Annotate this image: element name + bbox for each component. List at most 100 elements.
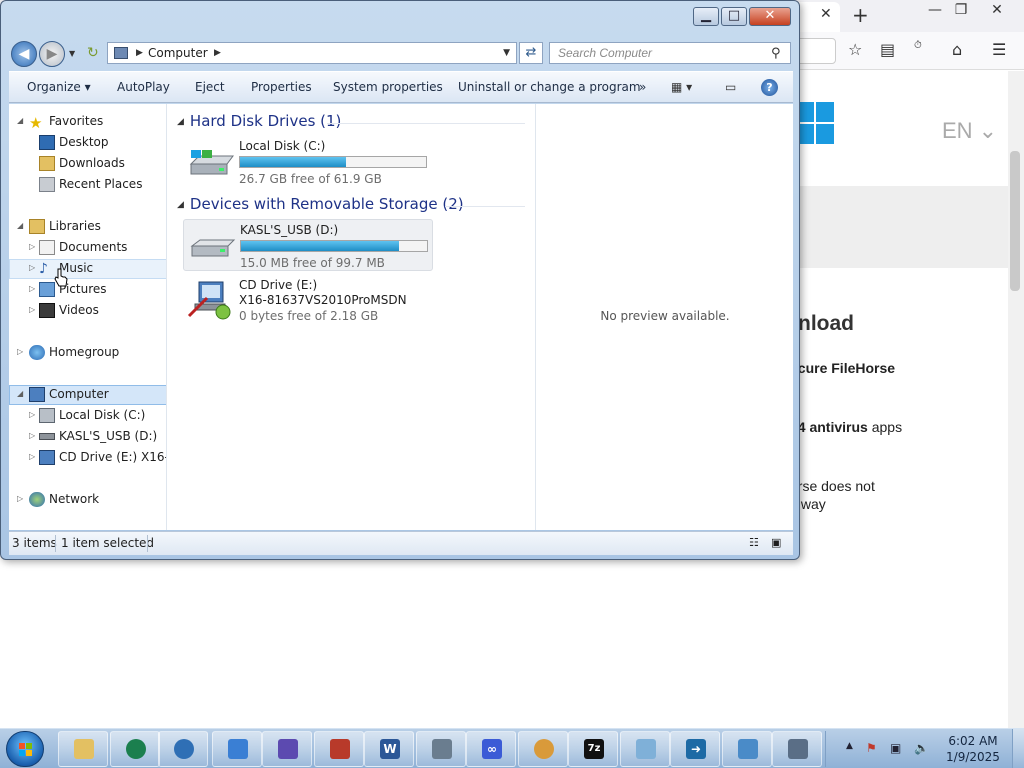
expand-icon[interactable]: ▷ (29, 431, 35, 440)
collapse-icon[interactable]: ◢ (17, 389, 23, 398)
help-icon[interactable]: ? (761, 79, 778, 96)
nav-item-cd-drive[interactable]: ▷ CD Drive (E:) X16-81637VS2010ProMSDN (9, 448, 166, 468)
more-commands-icon[interactable]: » (639, 80, 646, 94)
group-header-removable[interactable]: ◢ Devices with Removable Storage (2) (177, 195, 464, 213)
taskbar-game[interactable] (262, 731, 312, 767)
large-icons-view-icon[interactable]: ▣ (771, 536, 781, 549)
collapse-icon[interactable]: ◢ (177, 117, 184, 127)
nav-item-network[interactable]: ▷ Network (9, 490, 166, 510)
expand-icon[interactable]: ▷ (29, 263, 35, 272)
address-bar[interactable]: ▶ Computer ▶ ▼ (107, 42, 517, 64)
nav-item-favorites[interactable]: ◢ ★ Favorites (9, 112, 166, 132)
nav-item-downloads[interactable]: Downloads (9, 154, 166, 174)
group-header-hdd[interactable]: ◢ Hard Disk Drives (1) (177, 112, 341, 130)
close-icon[interactable]: ✕ (982, 2, 1012, 20)
taskbar-7zip[interactable]: 7z (568, 731, 618, 767)
uninstall-program-button[interactable]: Uninstall or change a program (458, 80, 641, 94)
network-tray-icon[interactable]: ▣ (890, 741, 901, 755)
taskbar-explorer[interactable] (58, 731, 108, 767)
taskbar-usb[interactable] (212, 731, 262, 767)
explorer-titlebar[interactable]: ▁ □ ✕ (1, 1, 799, 31)
expand-icon[interactable]: ▷ (17, 347, 23, 356)
minimize-button[interactable]: ▁ (693, 7, 719, 26)
tab-close-icon[interactable]: ✕ (820, 6, 832, 22)
expand-icon[interactable]: ▷ (29, 284, 35, 293)
address-dropdown-icon[interactable]: ▼ (503, 43, 510, 63)
bookmark-star-icon[interactable]: ☆ (848, 40, 862, 59)
language-label: EN (942, 118, 973, 143)
nav-item-pictures[interactable]: ▷ Pictures (9, 280, 166, 300)
taskbar-network[interactable] (772, 731, 822, 767)
flag-icon[interactable]: ⚑ (866, 741, 877, 755)
reader-icon[interactable]: ▤ (880, 40, 895, 59)
breadcrumb-arrow-icon[interactable]: ▶ (136, 43, 143, 63)
nav-item-homegroup[interactable]: ▷ Homegroup (9, 343, 166, 363)
drive-item-d[interactable]: KASL'S_USB (D:) 15.0 MB free of 99.7 MB (183, 219, 433, 271)
nav-item-desktop[interactable]: Desktop (9, 133, 166, 153)
details-view-icon[interactable]: ☷ (749, 536, 759, 549)
taskbar-tool[interactable] (416, 731, 466, 767)
taskbar-exit[interactable]: ➜ (670, 731, 720, 767)
nav-item-videos[interactable]: ▷ Videos (9, 301, 166, 321)
restore-icon[interactable]: ❐ (946, 2, 976, 20)
search-input[interactable] (549, 42, 791, 64)
breadcrumb[interactable]: Computer (148, 43, 208, 63)
new-tab-icon[interactable]: + (852, 3, 869, 27)
eject-button[interactable]: Eject (195, 80, 225, 94)
collapse-icon[interactable]: ◢ (17, 221, 23, 230)
nav-item-music[interactable]: ▷ ♪ Music (9, 259, 166, 279)
expand-icon[interactable]: ▷ (17, 494, 23, 503)
autoplay-button[interactable]: AutoPlay (117, 80, 170, 94)
start-button[interactable] (6, 731, 44, 767)
taskbar-spider[interactable] (314, 731, 364, 767)
nav-item-usb[interactable]: ▷ KASL'S_USB (D:) (9, 427, 166, 447)
libraries-icon (29, 219, 45, 234)
drive-item-e[interactable]: CD Drive (E:) X16-81637VS2010ProMSDN 0 b… (183, 275, 433, 327)
nav-item-computer[interactable]: ◢ Computer (9, 385, 166, 405)
back-button[interactable]: ◀ (11, 41, 37, 67)
menu-icon[interactable]: ☰ (992, 40, 1006, 59)
timer-icon[interactable]: ⏱ (914, 40, 922, 51)
change-view-icon[interactable]: ▦ ▾ (671, 80, 692, 94)
close-button[interactable]: ✕ (749, 7, 791, 26)
refresh-button[interactable]: ⇄ (519, 42, 543, 64)
organize-button[interactable]: Organize ▾ (27, 80, 91, 94)
maximize-button[interactable]: □ (721, 7, 747, 26)
breadcrumb-arrow-icon[interactable]: ▶ (214, 43, 221, 63)
nav-item-recent-places[interactable]: Recent Places (9, 175, 166, 195)
taskbar-app[interactable] (110, 731, 160, 767)
expand-icon[interactable]: ▷ (29, 452, 35, 461)
taskbar-notes[interactable] (620, 731, 670, 767)
recent-pages-icon[interactable]: ▼ (69, 49, 75, 58)
card-line-rest: apps (867, 419, 903, 435)
expand-icon[interactable]: ▷ (29, 410, 35, 419)
taskbar-remote[interactable] (722, 731, 772, 767)
nav-item-documents[interactable]: ▷ Documents (9, 238, 166, 258)
expand-icon[interactable]: ▷ (29, 305, 35, 314)
clock[interactable]: 6:02 AM 1/9/2025 (942, 733, 1004, 765)
forward-button[interactable]: ▶ (39, 41, 65, 67)
volume-icon[interactable]: 🔈 (914, 741, 929, 755)
refresh-arrows-icon[interactable]: ↻ (87, 45, 99, 61)
drive-item-c[interactable]: Local Disk (C:) 26.7 GB free of 61.9 GB (183, 136, 433, 188)
collapse-icon[interactable]: ◢ (17, 116, 23, 125)
taskbar-infinity[interactable]: ∞ (466, 731, 516, 767)
nav-item-libraries[interactable]: ◢ Libraries (9, 217, 166, 237)
show-hidden-icons-icon[interactable]: ▲ (846, 741, 853, 751)
search-icon[interactable]: ⚲ (771, 46, 781, 61)
show-desktop-button[interactable] (1012, 729, 1024, 768)
expand-icon[interactable]: ▷ (29, 242, 35, 251)
collapse-icon[interactable]: ◢ (177, 200, 184, 210)
system-properties-button[interactable]: System properties (333, 80, 443, 94)
taskbar-paint[interactable] (518, 731, 568, 767)
nav-item-local-disk[interactable]: ▷ Local Disk (C:) (9, 406, 166, 426)
windows-logo-icon[interactable] (796, 102, 836, 146)
taskbar-browser[interactable] (158, 731, 208, 767)
preview-pane-icon[interactable]: ▭ (725, 80, 736, 94)
taskbar-word[interactable]: W (364, 731, 414, 767)
properties-button[interactable]: Properties (251, 80, 312, 94)
home-icon[interactable]: ⌂ (952, 40, 962, 59)
scroll-thumb[interactable] (1010, 151, 1020, 291)
language-selector[interactable]: EN ⌄ (942, 118, 997, 144)
browser-scrollbar[interactable] (1008, 71, 1024, 728)
